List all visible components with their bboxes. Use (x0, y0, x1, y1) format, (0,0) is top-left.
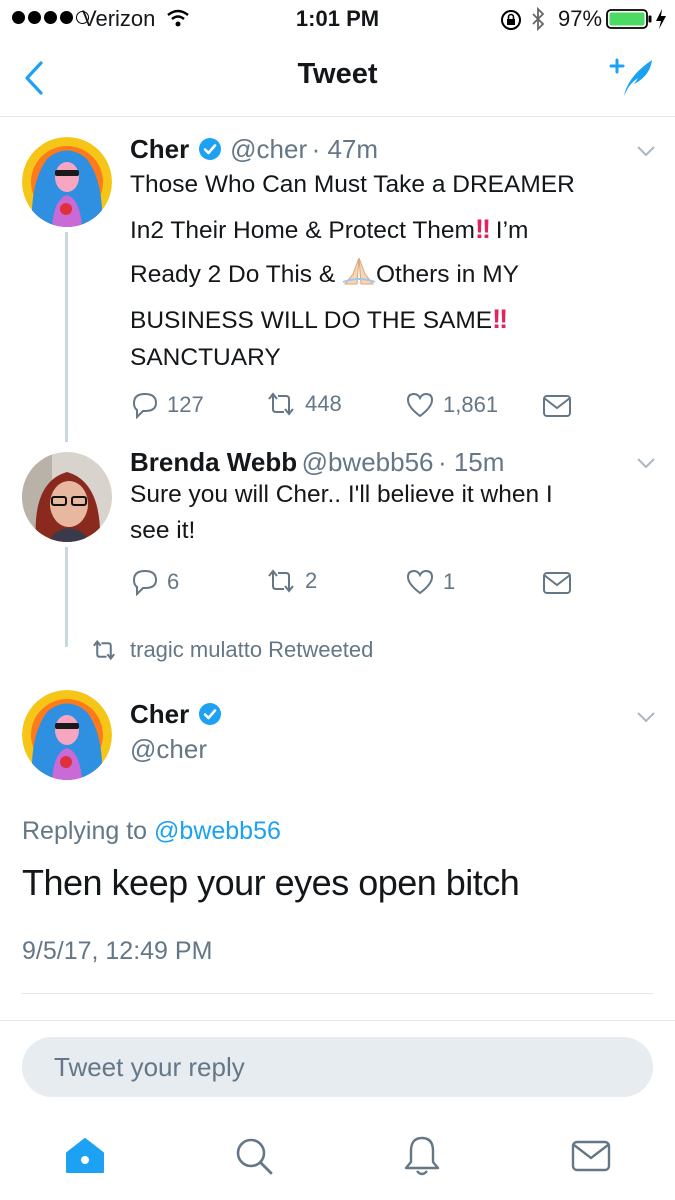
reply-icon (132, 392, 158, 419)
retweet-count: 448 (305, 391, 342, 416)
bluetooth-icon (532, 7, 545, 31)
divider (0, 1020, 675, 1021)
display-name[interactable]: Cher (130, 699, 189, 729)
retweet-button[interactable]: 2 (265, 568, 317, 594)
double-exclamation-emoji: !! (474, 214, 491, 244)
like-count: 1 (443, 569, 456, 594)
retweet-button[interactable]: 448 (265, 391, 342, 417)
rotation-lock-icon (501, 10, 521, 30)
heart-icon (406, 392, 434, 418)
home-icon[interactable] (64, 1136, 106, 1176)
thread-connector (65, 547, 68, 647)
reply-mention-link[interactable]: @bwebb56 (154, 817, 281, 845)
search-icon[interactable] (234, 1136, 274, 1176)
avatar[interactable] (22, 452, 112, 542)
tweet-line: Sure you will Cher.. I'll believe it whe… (130, 481, 553, 508)
tweet-time: · 15m (437, 447, 505, 477)
user-handle[interactable]: @bwebb56 (302, 447, 434, 477)
tweet-item[interactable]: Brenda Webb @bwebb56 · 15m Sure you will… (0, 437, 675, 617)
user-handle[interactable]: @cher (130, 734, 207, 765)
divider (22, 993, 653, 994)
main-tweet: Cher @cher Replying to @bwebb56 Then kee… (0, 675, 675, 995)
tweet-line: see it! (130, 517, 196, 544)
tweet-time: · 47m (311, 134, 379, 164)
envelope-icon[interactable] (542, 571, 572, 595)
main-tweet-text: Then keep your eyes open bitch (22, 862, 520, 903)
chevron-down-icon[interactable] (636, 711, 656, 723)
tweet-text: Those Who Can Must Take a DREAMER In2 Th… (130, 163, 650, 373)
heart-icon (406, 569, 434, 595)
battery-icon (606, 9, 652, 29)
tweet-header: Cher (130, 699, 222, 730)
retweet-icon (93, 639, 115, 661)
reply-count: 127 (167, 392, 204, 417)
reply-button[interactable]: 127 (131, 391, 204, 419)
tab-bar (0, 1120, 675, 1200)
tweet-line: Ready 2 Do This & Others in MY (130, 253, 650, 297)
retweet-icon (268, 392, 294, 416)
chevron-down-icon[interactable] (636, 457, 656, 469)
charging-bolt-icon (656, 9, 666, 29)
retweeted-by-label: tragic mulatto Retweeted (130, 637, 374, 662)
nav-bar: Tweet (0, 40, 675, 117)
tweet-line: SANCTUARY (130, 344, 281, 371)
double-exclamation-emoji: !! (492, 304, 508, 334)
display-name[interactable]: Cher (130, 134, 189, 164)
like-count: 1,861 (443, 392, 499, 417)
battery-percent: 97% (558, 6, 603, 31)
thread-connector (65, 232, 68, 442)
retweet-count: 2 (305, 568, 318, 593)
replying-to: Replying to @bwebb56 (22, 817, 281, 845)
retweet-notice[interactable]: tragic mulatto Retweeted (90, 637, 373, 663)
compose-feather-icon[interactable] (608, 54, 656, 98)
envelope-icon[interactable] (571, 1140, 611, 1172)
reply-count: 6 (167, 569, 180, 594)
tweet-header: Brenda Webb @bwebb56 · 15m (130, 447, 504, 478)
tweet-text: Sure you will Cher.. I'll believe it whe… (130, 477, 650, 549)
envelope-icon[interactable] (542, 394, 572, 418)
verified-badge-icon (198, 138, 221, 160)
tweet-header: Cher @cher · 47m (130, 134, 378, 165)
user-handle[interactable]: @cher (230, 134, 307, 164)
tweet-line: BUSINESS WILL DO THE SAME!! (130, 304, 508, 334)
retweet-icon (268, 569, 294, 593)
reply-button[interactable]: 6 (131, 568, 179, 596)
like-button[interactable]: 1,861 (405, 391, 498, 419)
verified-badge-icon (198, 703, 221, 725)
chevron-down-icon[interactable] (636, 145, 656, 157)
like-button[interactable]: 1 (405, 568, 455, 596)
reply-input[interactable]: Tweet your reply (22, 1037, 653, 1097)
tweet-timestamp: 9/5/17, 12:49 PM (22, 937, 213, 965)
tweet-line: In2 Their Home & Protect Them!! I’m (130, 214, 529, 244)
avatar[interactable] (22, 137, 112, 227)
reply-placeholder: Tweet your reply (54, 1052, 245, 1082)
tweet-line: Those Who Can Must Take a DREAMER (130, 171, 575, 198)
tweet-item[interactable]: Cher @cher · 47m Those Who Can Must Take… (0, 117, 675, 437)
reply-icon (132, 569, 158, 596)
praying-hands-emoji (342, 257, 376, 285)
status-bar: Verizon 1:01 PM 97% (0, 0, 675, 40)
avatar[interactable] (22, 690, 112, 780)
display-name[interactable]: Brenda Webb (130, 447, 297, 477)
bell-icon[interactable] (402, 1134, 442, 1178)
page-title: Tweet (297, 58, 378, 90)
